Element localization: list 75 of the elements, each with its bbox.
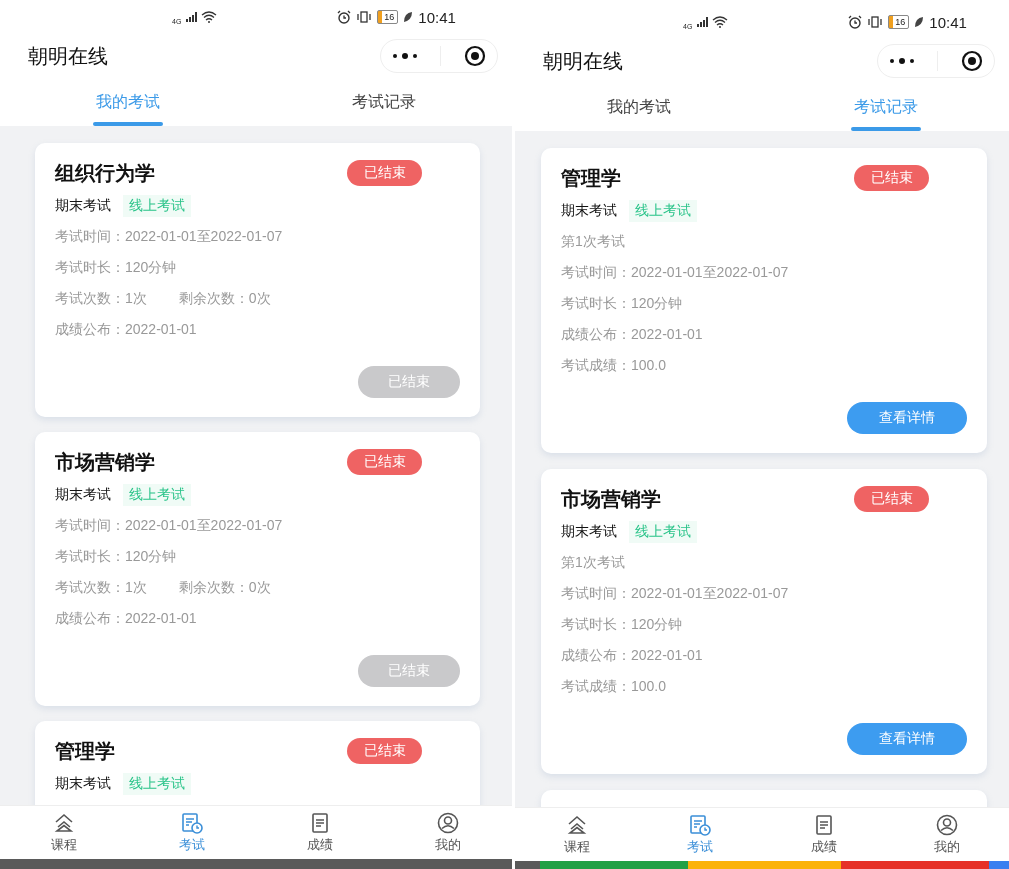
status-badge: 已结束 xyxy=(854,486,929,512)
signal-icon xyxy=(696,17,709,27)
leaf-icon xyxy=(914,16,925,28)
course-title: 组织行为学 xyxy=(55,160,155,186)
clock-time: 10:41 xyxy=(418,8,456,26)
nav-tab[interactable]: 成绩 xyxy=(762,808,886,861)
vibrate-icon xyxy=(356,10,373,24)
info-text: 考试次数：1次 xyxy=(55,578,147,597)
mode-tag: 线上考试 xyxy=(123,195,191,217)
info-text: 剩余次数：0次 xyxy=(178,578,271,597)
nav-tab[interactable]: 我的 xyxy=(885,808,1009,861)
nav-tab[interactable]: 考试 xyxy=(128,806,256,859)
wifi-icon xyxy=(712,16,729,28)
info-text: 考试时间：2022-01-01至2022-01-07 xyxy=(561,584,789,603)
exam-type: 期末考试 xyxy=(55,775,111,793)
battery-indicator: 16 xyxy=(377,10,399,24)
nav-tab[interactable]: 课程 xyxy=(0,806,128,859)
info-text: 考试时长：120分钟 xyxy=(55,258,177,277)
wifi-icon xyxy=(201,11,218,23)
info-text: 考试时间：2022-01-01至2022-01-07 xyxy=(55,227,283,246)
app-title: 朝明在线 xyxy=(543,48,623,74)
profile-icon xyxy=(436,811,460,835)
signal-icon xyxy=(185,12,198,22)
info-text: 考试时长：120分钟 xyxy=(561,615,683,634)
info-text: 成绩公布：2022-01-01 xyxy=(55,609,197,628)
exam-type: 期末考试 xyxy=(55,486,111,504)
nav-tab[interactable]: 考试 xyxy=(638,808,762,861)
info-text: 成绩公布：2022-01-01 xyxy=(561,325,703,344)
tab[interactable]: 考试记录 xyxy=(256,78,512,126)
info-text: 考试时长：120分钟 xyxy=(55,547,177,566)
more-icon[interactable] xyxy=(392,52,419,60)
info-text: 考试时间：2022-01-01至2022-01-07 xyxy=(561,263,789,282)
info-text: 考试时间：2022-01-01至2022-01-07 xyxy=(55,516,283,535)
close-target-icon[interactable] xyxy=(960,50,983,72)
tab[interactable]: 我的考试 xyxy=(515,83,762,131)
course-title: 管理学 xyxy=(55,738,115,764)
status-badge: 已结束 xyxy=(347,449,422,475)
mode-tag: 线上考试 xyxy=(123,773,191,795)
info-text: 考试成绩：100.0 xyxy=(561,356,667,375)
info-text: 考试次数：1次 xyxy=(55,289,147,308)
mode-tag: 线上考试 xyxy=(123,484,191,506)
info-text: 第1次考试 xyxy=(561,553,625,572)
exam-clock-icon xyxy=(688,813,713,837)
battery-indicator: 16 xyxy=(888,15,910,29)
info-text: 第1次考试 xyxy=(561,232,625,251)
nav-tab[interactable]: 成绩 xyxy=(256,806,384,859)
mode-tag: 线上考试 xyxy=(629,200,697,222)
status-badge: 已结束 xyxy=(854,165,929,191)
course-title: 管理学 xyxy=(561,165,621,191)
info-text: 成绩公布：2022-01-01 xyxy=(561,646,703,665)
clock-time: 10:41 xyxy=(929,13,967,31)
alarm-icon xyxy=(337,10,352,24)
info-text: 成绩公布：2022-01-01 xyxy=(55,320,197,339)
profile-icon xyxy=(935,813,960,837)
info-text: 考试时长：120分钟 xyxy=(561,294,683,313)
alarm-icon xyxy=(848,15,863,29)
exam-type: 期末考试 xyxy=(561,202,617,220)
exam-clock-icon xyxy=(180,811,204,835)
exam-type: 期末考试 xyxy=(561,523,617,541)
status-badge: 已结束 xyxy=(347,738,422,764)
more-icon[interactable] xyxy=(889,57,916,65)
nav-tab[interactable]: 课程 xyxy=(515,808,639,861)
info-text: 剩余次数：0次 xyxy=(178,289,271,308)
nav-tab[interactable]: 我的 xyxy=(384,806,512,859)
exam-type: 期末考试 xyxy=(55,197,111,215)
mode-tag: 线上考试 xyxy=(629,521,697,543)
course-title: 市场营销学 xyxy=(55,449,155,475)
leaf-icon xyxy=(403,11,414,23)
close-target-icon[interactable] xyxy=(463,45,486,67)
course-title: 市场营销学 xyxy=(561,486,661,512)
status-badge: 已结束 xyxy=(347,160,422,186)
vibrate-icon xyxy=(867,15,884,29)
info-text: 考试成绩：100.0 xyxy=(561,677,667,696)
home-icon xyxy=(52,811,76,835)
app-title: 朝明在线 xyxy=(28,43,108,69)
